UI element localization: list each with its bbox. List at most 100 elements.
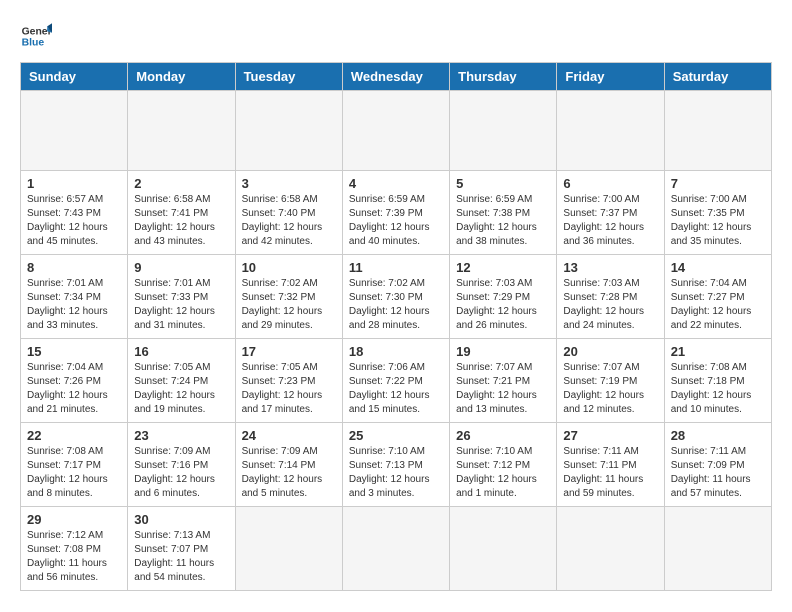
day-info: Sunrise: 7:04 AMSunset: 7:27 PMDaylight:…	[671, 277, 765, 333]
day-info: Sunrise: 7:08 AMSunset: 7:18 PMDaylight:…	[671, 361, 765, 417]
day-number: 22	[27, 428, 121, 443]
day-number: 21	[671, 344, 765, 359]
logo: General Blue	[20, 20, 52, 52]
day-info: Sunrise: 7:01 AMSunset: 7:34 PMDaylight:…	[27, 277, 121, 333]
header-sunday: Sunday	[21, 63, 128, 91]
day-info: Sunrise: 7:09 AMSunset: 7:16 PMDaylight:…	[134, 445, 228, 501]
logo-icon: General Blue	[20, 20, 52, 52]
calendar-cell	[450, 507, 557, 591]
calendar-cell: 27Sunrise: 7:11 AMSunset: 7:11 PMDayligh…	[557, 423, 664, 507]
day-number: 8	[27, 260, 121, 275]
day-number: 9	[134, 260, 228, 275]
day-info: Sunrise: 7:00 AMSunset: 7:37 PMDaylight:…	[563, 193, 657, 249]
calendar-cell: 5Sunrise: 6:59 AMSunset: 7:38 PMDaylight…	[450, 171, 557, 255]
day-number: 2	[134, 176, 228, 191]
calendar-cell: 4 Sunrise: 6:59 AMSunset: 7:39 PMDaylight…	[342, 171, 449, 255]
calendar-cell: 12 Sunrise: 7:03 AMSunset: 7:29 PMDayligh…	[450, 255, 557, 339]
page-header: General Blue	[20, 20, 772, 52]
calendar-cell: 20 Sunrise: 7:07 AMSunset: 7:19 PMDayligh…	[557, 339, 664, 423]
calendar-header-row: SundayMondayTuesdayWednesdayThursdayFrid…	[21, 63, 772, 91]
day-info: Sunrise: 6:59 AMSunset: 7:39 PMDaylight:…	[349, 193, 443, 249]
day-info: Sunrise: 7:08 AMSunset: 7:17 PMDaylight:…	[27, 445, 121, 501]
calendar-table: SundayMondayTuesdayWednesdayThursdayFrid…	[20, 62, 772, 591]
calendar-cell: 6 Sunrise: 7:00 AMSunset: 7:37 PMDaylight…	[557, 171, 664, 255]
calendar-cell: 28 Sunrise: 7:11 AMSunset: 7:09 PMDayligh…	[664, 423, 771, 507]
day-number: 4	[349, 176, 443, 191]
day-number: 28	[671, 428, 765, 443]
calendar-cell: 16 Sunrise: 7:05 AMSunset: 7:24 PMDayligh…	[128, 339, 235, 423]
day-number: 3	[242, 176, 336, 191]
header-tuesday: Tuesday	[235, 63, 342, 91]
day-number: 24	[242, 428, 336, 443]
calendar-cell	[664, 91, 771, 171]
calendar-cell: 11Sunrise: 7:02 AMSunset: 7:30 PMDayligh…	[342, 255, 449, 339]
day-info: Sunrise: 7:03 AMSunset: 7:28 PMDaylight:…	[563, 277, 657, 333]
day-info: Sunrise: 7:11 AMSunset: 7:09 PMDaylight:…	[671, 445, 765, 501]
day-number: 12	[456, 260, 550, 275]
day-number: 1	[27, 176, 121, 191]
day-info: Sunrise: 7:01 AMSunset: 7:33 PMDaylight:…	[134, 277, 228, 333]
calendar-week-row: 29 Sunrise: 7:12 AMSunset: 7:08 PMDayligh…	[21, 507, 772, 591]
calendar-cell	[235, 91, 342, 171]
calendar-week-row: 15 Sunrise: 7:04 AMSunset: 7:26 PMDayligh…	[21, 339, 772, 423]
day-number: 26	[456, 428, 550, 443]
day-number: 19	[456, 344, 550, 359]
day-info: Sunrise: 7:10 AMSunset: 7:13 PMDaylight:…	[349, 445, 443, 501]
calendar-cell: 3 Sunrise: 6:58 AMSunset: 7:40 PMDaylight…	[235, 171, 342, 255]
calendar-cell: 15 Sunrise: 7:04 AMSunset: 7:26 PMDayligh…	[21, 339, 128, 423]
day-info: Sunrise: 7:13 AMSunset: 7:07 PMDaylight:…	[134, 529, 228, 585]
day-number: 10	[242, 260, 336, 275]
calendar-cell	[128, 91, 235, 171]
calendar-cell: 2 Sunrise: 6:58 AMSunset: 7:41 PMDaylight…	[128, 171, 235, 255]
day-number: 20	[563, 344, 657, 359]
day-info: Sunrise: 7:03 AMSunset: 7:29 PMDaylight:…	[456, 277, 550, 333]
calendar-cell	[342, 91, 449, 171]
svg-text:Blue: Blue	[22, 38, 45, 49]
calendar-cell	[235, 507, 342, 591]
calendar-cell: 1Sunrise: 6:57 AMSunset: 7:43 PMDaylight…	[21, 171, 128, 255]
header-monday: Monday	[128, 63, 235, 91]
day-info: Sunrise: 7:00 AMSunset: 7:35 PMDaylight:…	[671, 193, 765, 249]
day-number: 29	[27, 512, 121, 527]
calendar-cell: 9 Sunrise: 7:01 AMSunset: 7:33 PMDaylight…	[128, 255, 235, 339]
header-thursday: Thursday	[450, 63, 557, 91]
day-number: 11	[349, 260, 443, 275]
calendar-cell: 24 Sunrise: 7:09 AMSunset: 7:14 PMDayligh…	[235, 423, 342, 507]
calendar-cell: 19Sunrise: 7:07 AMSunset: 7:21 PMDayligh…	[450, 339, 557, 423]
calendar-cell: 17 Sunrise: 7:05 AMSunset: 7:23 PMDayligh…	[235, 339, 342, 423]
calendar-week-row: 8 Sunrise: 7:01 AMSunset: 7:34 PMDaylight…	[21, 255, 772, 339]
calendar-cell: 30Sunrise: 7:13 AMSunset: 7:07 PMDayligh…	[128, 507, 235, 591]
day-info: Sunrise: 7:12 AMSunset: 7:08 PMDaylight:…	[27, 529, 121, 585]
day-number: 18	[349, 344, 443, 359]
day-number: 16	[134, 344, 228, 359]
day-number: 14	[671, 260, 765, 275]
day-info: Sunrise: 7:05 AMSunset: 7:23 PMDaylight:…	[242, 361, 336, 417]
calendar-cell: 22 Sunrise: 7:08 AMSunset: 7:17 PMDayligh…	[21, 423, 128, 507]
calendar-cell: 8 Sunrise: 7:01 AMSunset: 7:34 PMDaylight…	[21, 255, 128, 339]
day-info: Sunrise: 7:05 AMSunset: 7:24 PMDaylight:…	[134, 361, 228, 417]
header-friday: Friday	[557, 63, 664, 91]
day-info: Sunrise: 6:58 AMSunset: 7:41 PMDaylight:…	[134, 193, 228, 249]
day-number: 6	[563, 176, 657, 191]
day-info: Sunrise: 7:09 AMSunset: 7:14 PMDaylight:…	[242, 445, 336, 501]
day-number: 17	[242, 344, 336, 359]
day-info: Sunrise: 6:59 AMSunset: 7:38 PMDaylight:…	[456, 193, 550, 249]
day-number: 15	[27, 344, 121, 359]
calendar-cell: 14 Sunrise: 7:04 AMSunset: 7:27 PMDayligh…	[664, 255, 771, 339]
day-info: Sunrise: 6:58 AMSunset: 7:40 PMDaylight:…	[242, 193, 336, 249]
calendar-cell: 10 Sunrise: 7:02 AMSunset: 7:32 PMDayligh…	[235, 255, 342, 339]
calendar-cell: 29 Sunrise: 7:12 AMSunset: 7:08 PMDayligh…	[21, 507, 128, 591]
calendar-cell: 21 Sunrise: 7:08 AMSunset: 7:18 PMDayligh…	[664, 339, 771, 423]
day-info: Sunrise: 7:04 AMSunset: 7:26 PMDaylight:…	[27, 361, 121, 417]
calendar-cell	[664, 507, 771, 591]
calendar-week-row	[21, 91, 772, 171]
header-wednesday: Wednesday	[342, 63, 449, 91]
day-info: Sunrise: 7:10 AMSunset: 7:12 PMDaylight:…	[456, 445, 550, 501]
calendar-cell: 25 Sunrise: 7:10 AMSunset: 7:13 PMDayligh…	[342, 423, 449, 507]
day-number: 7	[671, 176, 765, 191]
day-info: Sunrise: 7:02 AMSunset: 7:32 PMDaylight:…	[242, 277, 336, 333]
day-number: 27	[563, 428, 657, 443]
day-info: Sunrise: 7:07 AMSunset: 7:19 PMDaylight:…	[563, 361, 657, 417]
day-number: 25	[349, 428, 443, 443]
calendar-cell	[450, 91, 557, 171]
